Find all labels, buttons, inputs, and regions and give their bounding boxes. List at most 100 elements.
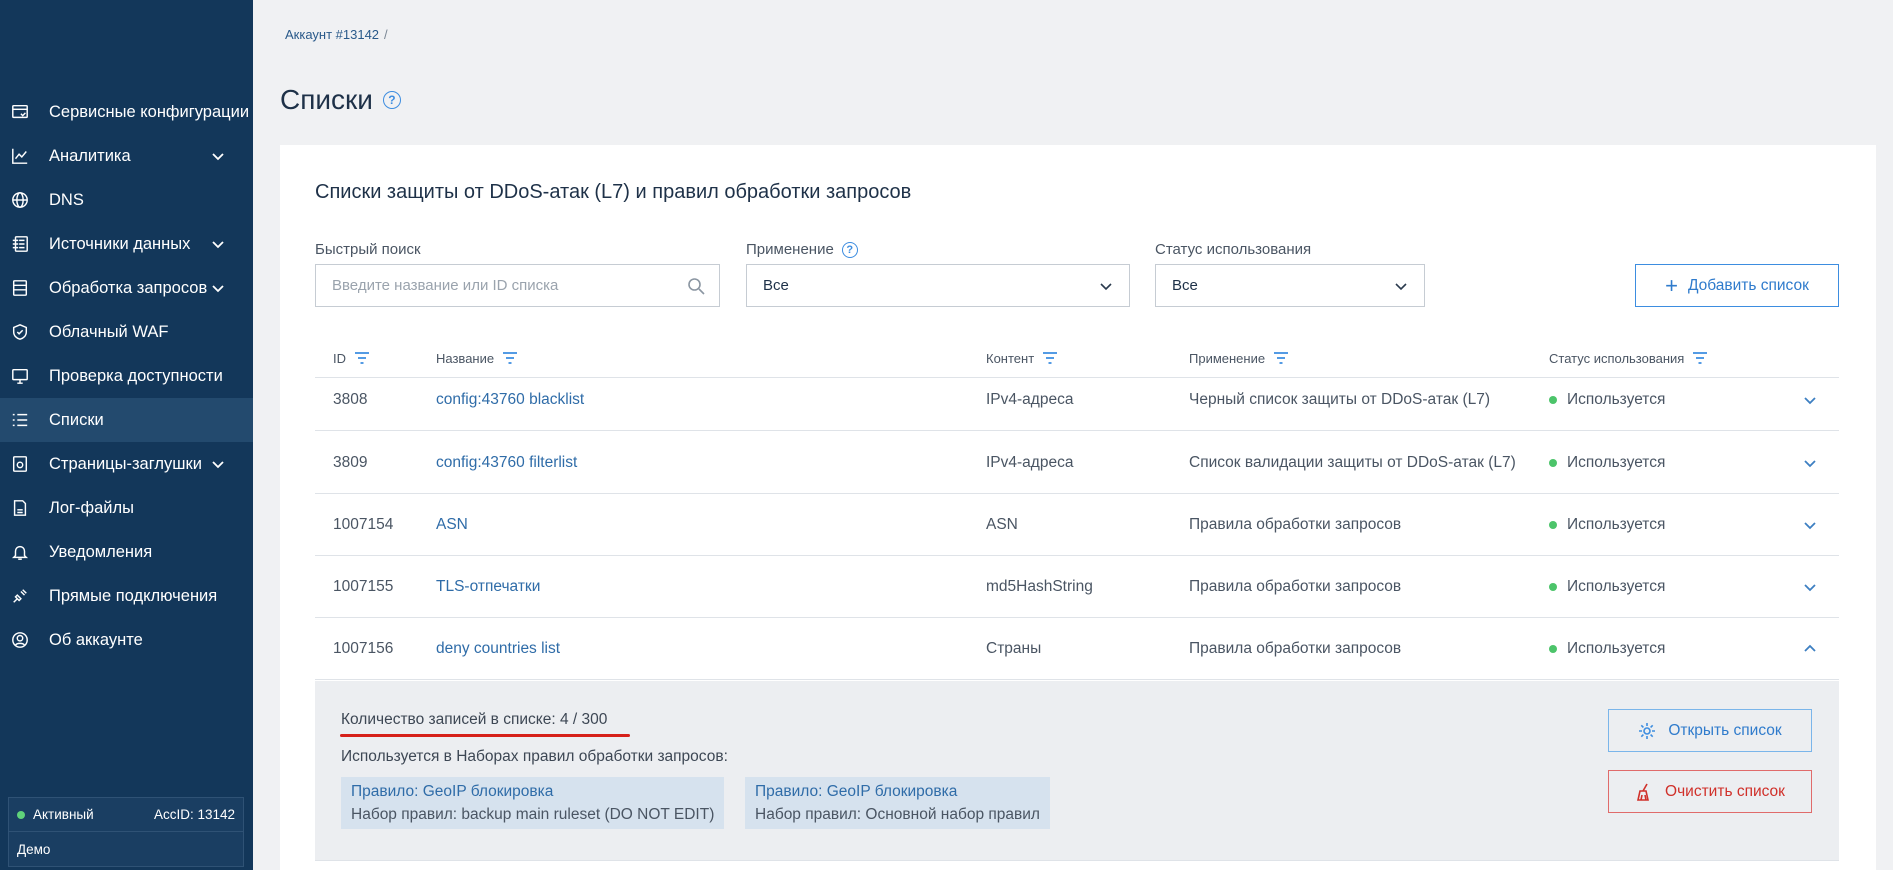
row-status: Используется [1549,556,1665,618]
page-title-text: Списки [280,84,373,115]
apply-label-text: Применение [746,241,834,258]
table-row[interactable]: 3809 config:43760 filterlist IPv4-адреса… [315,432,1839,494]
chevron-down-icon[interactable] [211,457,225,471]
chevron-down-icon[interactable] [1803,456,1817,470]
account-status-row: Активный AccID: 13142 [9,798,243,832]
log-file-icon [10,498,30,518]
open-list-button[interactable]: Открыть список [1608,709,1812,752]
sidebar-item-log-files[interactable]: Лог-файлы [0,486,253,530]
sidebar-item-direct-connections[interactable]: Прямые подключения [0,574,253,618]
row-apply: Список валидации защиты от DDoS-атак (L7… [1189,454,1516,471]
apply-select[interactable]: Все [746,264,1130,307]
rule-name[interactable]: Правило: GeoIP блокировка [351,781,714,803]
status-label-text: Статус использования [1155,241,1312,258]
help-icon[interactable]: ? [382,91,401,109]
row-content: IPv4-адреса [986,391,1074,408]
chevron-up-icon[interactable] [1803,642,1817,656]
row-content: IPv4-адреса [986,454,1074,471]
annotation-underline [340,734,630,737]
row-apply: Правила обработки запросов [1189,640,1402,657]
filter-icon[interactable] [1273,351,1289,365]
sidebar-item-analytics[interactable]: Аналитика [0,134,253,178]
row-status-text: Используется [1567,516,1666,533]
sidebar-item-service-configs[interactable]: Сервисные конфигурации [0,90,253,134]
filter-icon[interactable] [1692,351,1708,365]
used-in-rulesets-label: Используется в Наборах правил обработки … [341,748,728,765]
sidebar-item-dns[interactable]: DNS [0,178,253,222]
sidebar-item-label: Сервисные конфигурации [49,102,250,121]
help-icon[interactable]: ? [841,241,858,258]
page-icon [10,454,30,474]
table-row[interactable]: 1007156 deny countries list Страны Прави… [315,618,1839,680]
row-id: 1007154 [333,516,394,533]
sidebar-item-lists[interactable]: Списки [0,398,253,442]
expanded-row-details: Количество записей в списке: 4 / 300 Исп… [315,681,1839,861]
ruleset-chip[interactable]: Правило: GeoIP блокировка Набор правил: … [745,777,1050,829]
monitor-icon [10,366,30,386]
sidebar-item-data-sources[interactable]: Источники данных [0,222,253,266]
chevron-down-icon[interactable] [211,237,225,251]
chevron-down-icon[interactable] [211,281,225,295]
filter-icon[interactable] [354,351,370,365]
sidebar-item-label: Списки [49,410,104,429]
sidebar-item-availability-check[interactable]: Проверка доступности [0,354,253,398]
gear-icon [1639,722,1656,739]
row-apply: Правила обработки запросов [1189,578,1402,595]
search-icon[interactable] [687,277,705,295]
status-dot [1549,583,1557,591]
column-label: Статус использования [1549,350,1685,366]
row-name-link[interactable]: config:43760 filterlist [436,432,577,494]
row-name-link[interactable]: TLS-отпечатки [436,556,540,618]
breadcrumb-account[interactable]: Аккаунт #13142 [285,27,379,42]
row-id: 3809 [333,454,368,471]
sidebar-item-notifications[interactable]: Уведомления [0,530,253,574]
status-select[interactable]: Все [1155,264,1425,307]
chevron-down-icon[interactable] [211,149,225,163]
row-name-link[interactable]: ASN [436,494,468,556]
apply-select-value: Все [763,277,789,294]
search-placeholder: Введите название или ID списка [332,277,559,294]
data-source-icon [10,234,30,254]
chevron-down-icon[interactable] [1803,518,1817,532]
table-row[interactable]: 1007154 ASN ASN Правила обработки запрос… [315,494,1839,556]
account-plan: Демо [17,841,51,857]
row-name-link[interactable]: config:43760 blacklist [436,369,584,431]
column-label: Название [436,350,495,366]
sidebar-item-label: Обработка запросов [49,278,208,297]
status-select-value: Все [1172,277,1198,294]
search-input[interactable]: Введите название или ID списка [315,264,720,307]
add-list-button[interactable]: + Добавить список [1635,264,1839,307]
account-status-box: Активный AccID: 13142 Демо [8,797,244,867]
row-status-text: Используется [1567,578,1666,595]
row-status: Используется [1549,432,1665,494]
row-apply: Правила обработки запросов [1189,516,1402,533]
rule-name[interactable]: Правило: GeoIP блокировка [755,781,1040,803]
sidebar-item-request-processing[interactable]: Обработка запросов [0,266,253,310]
config-icon [10,102,30,122]
breadcrumb-separator: / [384,27,388,42]
row-name-link[interactable]: deny countries list [436,618,560,680]
sidebar: Сервисные конфигурации Аналитика DNS Ист… [0,0,253,870]
table-row[interactable]: 1007155 TLS-отпечатки md5HashString Прав… [315,556,1839,618]
filter-icon[interactable] [1042,351,1058,365]
list-icon [10,410,30,430]
chevron-down-icon [1097,277,1115,295]
sidebar-item-label: Аналитика [49,146,131,165]
chevron-down-icon[interactable] [1803,580,1817,594]
ruleset-chip[interactable]: Правило: GeoIP блокировка Набор правил: … [341,777,725,829]
row-content: Страны [986,640,1042,657]
status-dot [1549,521,1557,529]
ruleset-name: Набор правил: backup main ruleset (DO NO… [351,806,715,823]
column-label: Контент [986,350,1035,366]
sidebar-item-stub-pages[interactable]: Страницы-заглушки [0,442,253,486]
sidebar-item-cloud-waf[interactable]: Облачный WAF [0,310,253,354]
table-row[interactable]: 3808 config:43760 blacklist IPv4-адреса … [315,369,1839,431]
sidebar-item-about-account[interactable]: Об аккаунте [0,618,253,662]
card-title: Списки защиты от DDoS-атак (L7) и правил… [315,181,912,203]
filter-icon[interactable] [502,351,518,365]
bell-icon [10,542,30,562]
chevron-down-icon[interactable] [1803,393,1817,407]
clear-list-label: Очистить список [1665,782,1785,800]
clear-list-button[interactable]: Очистить список [1608,770,1812,813]
column-label: Применение [1189,350,1266,366]
